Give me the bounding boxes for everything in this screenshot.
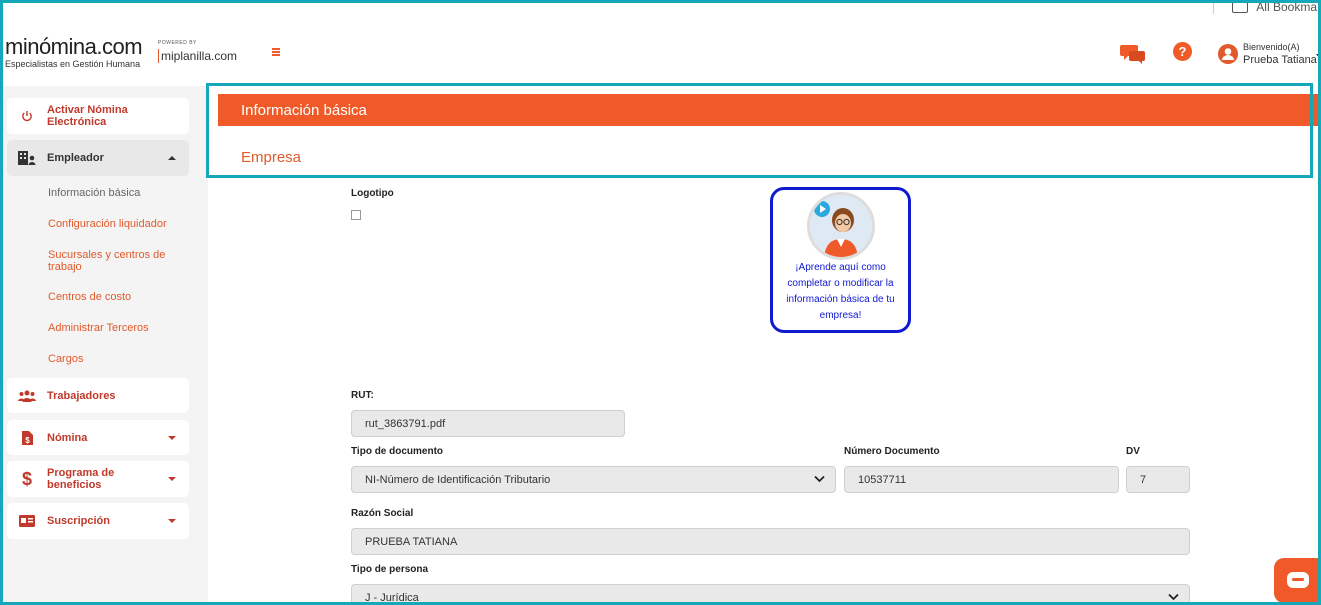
chat-icon[interactable] [1120,42,1147,69]
dv-value: 7 [1140,473,1147,486]
sidebar-item-trabajadores[interactable]: Trabajadores [7,378,189,413]
logo-tagline: Especialistas en Gestión Humana [5,59,141,69]
menu-toggle-icon[interactable] [272,48,280,56]
doc-number-field[interactable]: 10537711 [844,466,1119,493]
card-icon [7,515,47,527]
bookmarks-bar: All Bookma [1213,0,1321,14]
payroll-icon: $ [7,430,47,445]
rut-file-field[interactable]: rut_3863791.pdf [351,410,625,437]
sidebar-item-activar-nomina[interactable]: Activar Nómina Electrónica [7,98,189,134]
powered-by-label: POWERED BY [158,40,197,46]
logo-text: minómina.com [5,34,143,59]
tutorial-avatar-icon [807,192,875,260]
svg-text:$: $ [22,470,32,488]
person-type-select[interactable]: J - Jurídica [351,584,1190,605]
dollar-icon: $ [7,470,47,488]
person-type-value: J - Jurídica [365,591,419,604]
sidebar-item-empleador[interactable]: Empleador [7,140,189,176]
chevron-up-icon [168,156,176,160]
chevron-down-icon [814,475,825,483]
business-name-field[interactable]: PRUEBA TATIANA [351,528,1190,555]
building-icon [7,151,47,165]
sidebar-item-label: Suscripción [47,515,110,527]
sidebar-item-label: Programa de beneficios [47,467,115,491]
user-menu[interactable]: Bienvenido(A) Prueba Tatiana [1218,41,1317,67]
sidebar-item-programa-beneficios[interactable]: $ Programa de beneficios [7,461,189,497]
person-type-label: Tipo de persona [351,564,429,575]
svg-text:$: $ [25,436,30,445]
rut-file-value: rut_3863791.pdf [365,417,446,430]
chevron-down-icon[interactable] [1316,54,1321,59]
broken-image-icon[interactable] [351,210,361,220]
sidebar-item-label: Trabajadores [47,389,116,402]
chevron-down-icon [1168,593,1179,601]
sidebar-subitem-centros-costo[interactable]: Centros de costo [48,291,178,303]
dv-label: DV [1126,446,1140,457]
sidebar-subitem-sucursales[interactable]: Sucursales y centros de trabajo [48,249,178,273]
powered-by-block: POWERED BY miplanilla.com [158,40,237,63]
sidebar-subitem-cargos[interactable]: Cargos [48,353,178,365]
chevron-down-icon [168,435,176,440]
sidebar-item-suscripcion[interactable]: Suscripción [7,503,189,539]
sidebar: Activar Nómina Electrónica Empleador Inf… [0,86,208,605]
sidebar-subitem-administrar-terceros[interactable]: Administrar Terceros [48,322,178,334]
power-icon [7,110,47,122]
miplanilla-brand: miplanilla.com [158,49,237,63]
minomina-logo[interactable]: minómina.com Especialistas en Gestión Hu… [5,34,143,70]
chevron-down-icon [168,477,176,481]
chevron-down-icon [168,519,176,523]
doc-type-value: NI-Número de Identificación Tributario [365,473,551,486]
help-card-text: ¡Aprende aquí como completar o modificar… [786,262,895,321]
sidebar-item-label: Nómina [47,431,88,444]
help-icon[interactable]: ? [1173,42,1192,66]
user-name: Prueba Tatiana [1243,54,1317,66]
sidebar-subitem-informacion-basica[interactable]: Información básica [48,187,178,199]
doc-type-label: Tipo de documento [351,446,444,457]
logo-label: Logotipo [351,188,394,199]
bookmarks-separator [1213,0,1215,14]
sidebar-item-nomina[interactable]: $ Nómina [7,420,189,455]
sidebar-item-label: Activar Nómina Electrónica [47,104,128,128]
folder-icon[interactable] [1232,1,1249,13]
doc-type-select[interactable]: NI-Número de Identificación Tributario [351,466,836,493]
user-welcome: Bienvenido(A) [1243,42,1300,52]
highlight-box [206,83,1313,178]
user-icon [1218,44,1238,64]
doc-number-label: Número Documento [844,446,940,457]
sidebar-item-label: Empleador [47,152,104,164]
chat-bubble-icon [1286,571,1309,588]
business-name-value: PRUEBA TATIANA [365,535,458,548]
help-video-card[interactable]: ¡Aprende aquí como completar o modificar… [770,187,911,333]
doc-number-value: 10537711 [858,473,907,486]
sidebar-subitem-configuracion-liquidador[interactable]: Configuración liquidador [48,218,178,230]
all-bookmarks-link[interactable]: All Bookma [1256,0,1317,14]
svg-text:?: ? [1179,44,1187,59]
rut-label: RUT: [351,390,374,401]
users-icon [7,390,47,402]
chat-launcher-button[interactable] [1274,558,1321,603]
business-name-label: Razón Social [351,508,414,519]
dv-field[interactable]: 7 [1126,466,1190,493]
app-header: minómina.com Especialistas en Gestión Hu… [0,14,1321,86]
